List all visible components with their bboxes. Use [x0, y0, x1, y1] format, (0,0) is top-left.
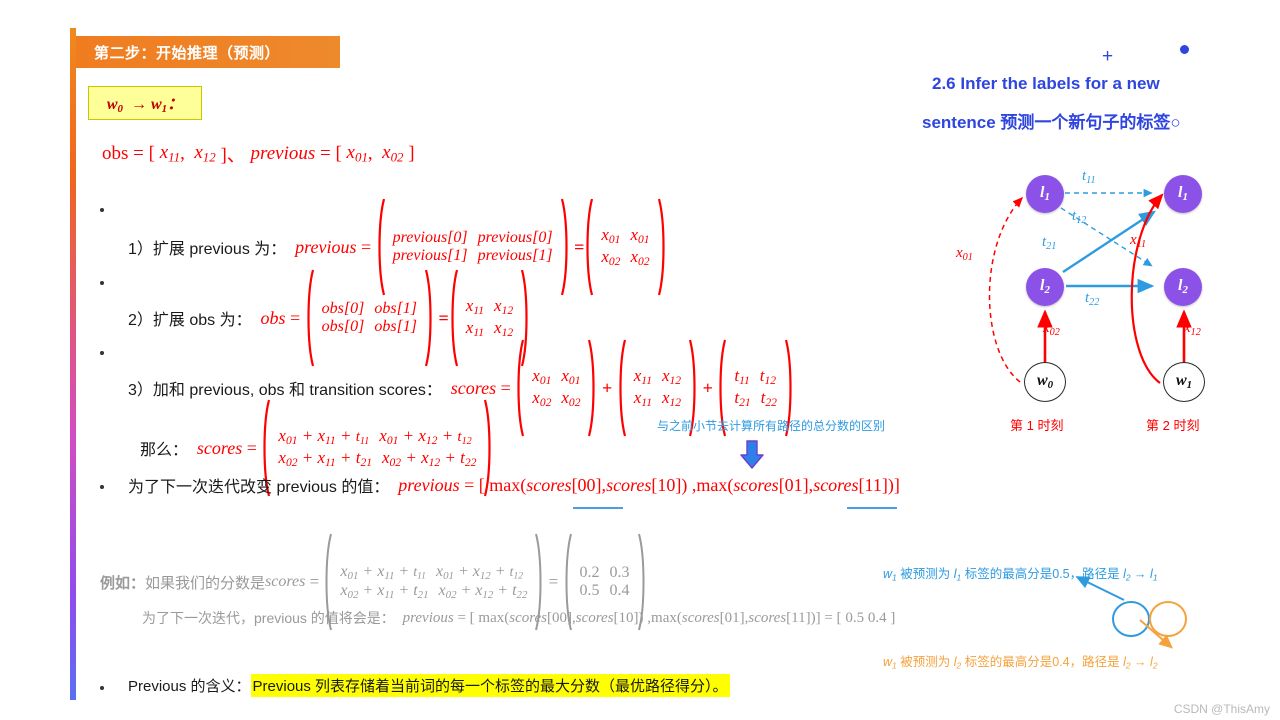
heading-line-2: sentence 预测一个新句子的标签○: [922, 113, 1181, 132]
bullet-final: [100, 686, 104, 690]
bullet-step-2: [100, 281, 104, 285]
final-highlight: Previous 列表存储着当前词的每一个标签的最大分数（最优路径得分）。: [250, 674, 730, 697]
example-label: 例如：: [100, 574, 146, 592]
example-next-row: 为了下一次迭代，previous 的值将会是： previous = [ max…: [142, 609, 896, 627]
obs-previous-line: obs = [ x11, x12 ]、 previous = [ x01, x0…: [102, 141, 415, 166]
down-arrow-icon: [739, 440, 765, 475]
edge-label-t22: t22: [1085, 290, 1100, 308]
node-t2-l2: l2: [1164, 268, 1202, 306]
example-var: scores: [265, 573, 306, 590]
example-value-orange: 0.4: [867, 609, 887, 626]
node-w0: w0: [1024, 362, 1066, 402]
edge-label-t11: t11: [1082, 168, 1096, 186]
step-1-matrix-b: x01 x01 x02 x02: [584, 197, 666, 297]
step-3-var: scores: [450, 377, 497, 398]
slide-canvas: 第二步：开始推理（预测） w0 → w1： + 2.6 Infer the la…: [0, 0, 1280, 720]
step-1-var: previous: [295, 236, 357, 257]
step-3-matrix-previous: x01 x01 x02 x02: [515, 338, 597, 438]
time-label-2: 第 2 时刻: [1146, 418, 1200, 433]
example-next-text: 为了下一次迭代，previous 的值将会是：: [142, 610, 395, 626]
step-4-text: 那么：: [140, 442, 189, 459]
node-t2-l2-label: l2: [1178, 277, 1188, 297]
example-value-blue: 0.5: [845, 609, 865, 626]
time-label-1: 第 1 时刻: [1010, 418, 1064, 433]
section-title-text: 第二步：开始推理（预测）: [94, 44, 281, 62]
node-w1-label: w1: [1175, 372, 1193, 392]
edge-label-x12: x12: [1184, 320, 1201, 338]
transition-step-box: w0 → w1：: [88, 86, 202, 120]
node-t1-l2: l2: [1026, 268, 1064, 306]
edge-label-t21: t21: [1042, 234, 1057, 252]
node-t1-l1-label: l1: [1040, 184, 1050, 204]
node-t2-l1: l1: [1164, 175, 1202, 213]
bullet-step-3: [100, 351, 104, 355]
final-prefix: Previous 的含义：: [128, 678, 251, 695]
node-w1: w1: [1163, 362, 1205, 402]
edge-label-t12: t12: [1072, 208, 1087, 226]
section-title-banner: 第二步：开始推理（预测）: [76, 36, 340, 68]
edge-label-x02: x02: [1043, 320, 1060, 338]
dot-decoration-icon: [1180, 45, 1189, 54]
step-2-text: 2）扩展 obs 为：: [128, 312, 252, 329]
step-2-var: obs: [260, 307, 286, 328]
edge-label-x01: x01: [956, 245, 973, 263]
final-row: Previous 的含义： Previous 列表存储着当前词的每一个标签的最大…: [128, 674, 730, 697]
underline-mark-2: [847, 507, 897, 509]
node-t1-l1: l1: [1026, 175, 1064, 213]
node-t1-l2-label: l2: [1040, 277, 1050, 297]
transition-step-label: w0 → w1：: [106, 96, 184, 116]
example-next-var: previous: [402, 609, 454, 626]
heading-line-1: 2.6 Infer the labels for a new: [932, 74, 1160, 93]
watermark-text: CSDN @ThisAmy: [1173, 702, 1270, 716]
example-text: 如果我们的分数是: [145, 574, 266, 592]
bullet-step-5: [100, 485, 104, 489]
step-3-text: 3）加和 previous, obs 和 transition scores：: [128, 382, 442, 399]
crf-lattice-diagram: l1 l2 l1 l2 w0 w1 t11 t12 t21 t22 x01 x0…: [930, 150, 1280, 450]
blue-comparison-note: 与之前小节去计算所有路径的总分数的区别: [657, 419, 886, 433]
edge-label-x11: x11: [1130, 232, 1147, 250]
node-t2-l1-label: l1: [1178, 184, 1188, 204]
step-4-var: scores: [196, 437, 243, 458]
step-1-text: 1）扩展 previous 为：: [128, 241, 287, 258]
step-5-row: 为了下一次迭代改变 previous 的值： previous = [ max(…: [128, 474, 900, 497]
node-w0-label: w0: [1036, 372, 1054, 392]
step-5-text: 为了下一次迭代改变 previous 的值：: [128, 479, 390, 496]
underline-mark-1: [573, 507, 623, 509]
diagram-edges: [988, 188, 1192, 384]
step-5-var: previous: [398, 474, 460, 495]
left-gradient-rail: [70, 28, 76, 700]
bullet-step-1: [100, 208, 104, 212]
annotation-arrows: [1075, 576, 1174, 649]
plus-decoration-icon: +: [1102, 46, 1114, 67]
